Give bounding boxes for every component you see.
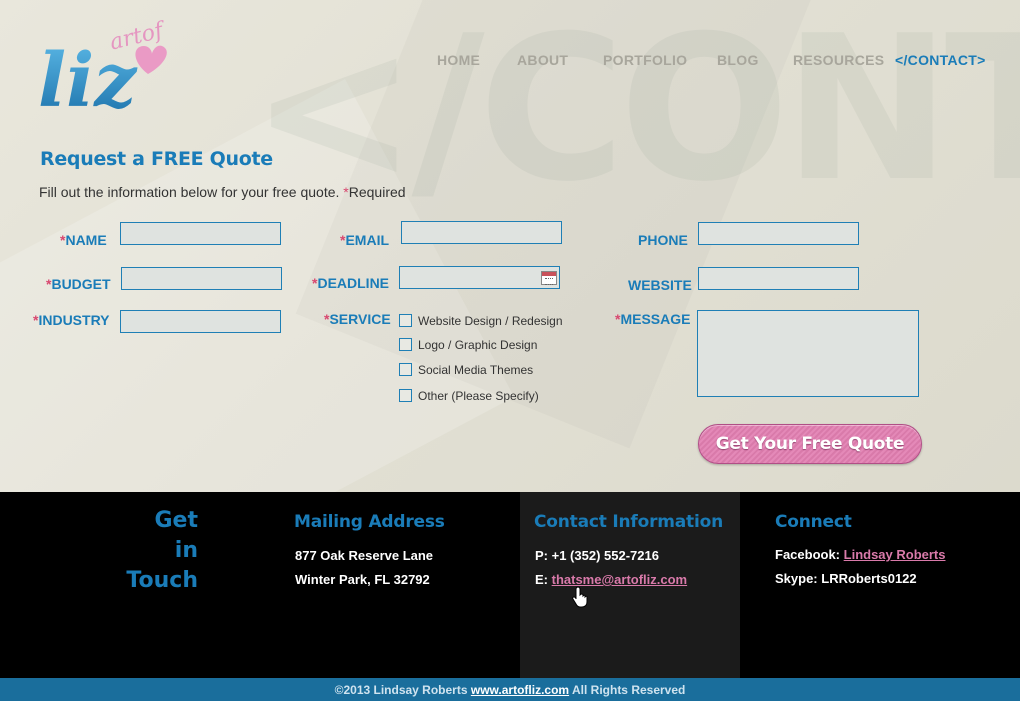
message-textarea[interactable] bbox=[697, 310, 919, 397]
industry-label: *INDUSTRY bbox=[33, 312, 110, 328]
service-option[interactable]: Logo / Graphic Design bbox=[399, 336, 537, 352]
mailing-heading: Mailing Address bbox=[294, 512, 445, 532]
service-option[interactable]: Website Design / Redesign bbox=[399, 312, 563, 328]
footer: Get in Touch Mailing Address 877 Oak Res… bbox=[0, 492, 1020, 678]
website-label: WEBSITE bbox=[628, 277, 692, 293]
header-form-area: </CONT liz artof HOME ABOUT PORTFOLIO BL… bbox=[0, 0, 1020, 492]
contact-phone: P: +1 (352) 552-7216 bbox=[535, 548, 659, 563]
form-title: Request a FREE Quote bbox=[40, 148, 273, 170]
nav-blog[interactable]: BLOG bbox=[717, 52, 759, 68]
service-checkbox[interactable] bbox=[399, 389, 412, 403]
deadline-label: *DEADLINE bbox=[312, 275, 390, 291]
required-text: Required bbox=[348, 184, 406, 200]
service-label: *SERVICE bbox=[324, 311, 391, 327]
facebook-link[interactable]: Lindsay Roberts bbox=[844, 547, 946, 562]
form-subtitle: Fill out the information below for your … bbox=[39, 184, 406, 200]
name-label: *NAME bbox=[60, 232, 107, 248]
nav-contact[interactable]: </CONTACT> bbox=[895, 52, 986, 68]
address-line1: 877 Oak Reserve Lane bbox=[295, 548, 434, 563]
phone-label: PHONE bbox=[638, 232, 688, 248]
email-link[interactable]: thatsme@artofliz.com bbox=[552, 572, 687, 587]
website-input[interactable] bbox=[698, 267, 859, 290]
name-input[interactable] bbox=[120, 222, 281, 245]
calendar-icon[interactable] bbox=[541, 271, 557, 285]
email-input[interactable] bbox=[401, 221, 562, 244]
connect-skype: Skype: LRRoberts0122 bbox=[775, 571, 917, 586]
service-option[interactable]: Other (Please Specify) bbox=[399, 387, 539, 403]
email-label: *EMAIL bbox=[340, 232, 390, 248]
address-line2: Winter Park, FL 32792 bbox=[295, 572, 430, 587]
budget-input[interactable] bbox=[121, 267, 282, 290]
service-checkbox[interactable] bbox=[399, 363, 412, 377]
service-checkbox[interactable] bbox=[399, 338, 412, 352]
contact-heading: Contact Information bbox=[534, 512, 723, 532]
nav-resources[interactable]: RESOURCES bbox=[793, 52, 884, 68]
watermark-text: </CONT bbox=[250, 0, 1020, 226]
copyright-text: ©2013 Lindsay Roberts bbox=[334, 683, 468, 697]
nav-about[interactable]: ABOUT bbox=[517, 52, 568, 68]
service-checkbox[interactable] bbox=[399, 314, 412, 328]
main-nav: HOME ABOUT PORTFOLIO BLOG RESOURCES </CO… bbox=[0, 52, 1020, 72]
form-subtitle-text: Fill out the information below for your … bbox=[39, 184, 340, 200]
service-option[interactable]: Social Media Themes bbox=[399, 361, 533, 377]
budget-label: *BUDGET bbox=[46, 276, 111, 292]
industry-input[interactable] bbox=[120, 310, 281, 333]
connect-facebook: Facebook: Lindsay Roberts bbox=[775, 547, 946, 562]
contact-email: E: thatsme@artofliz.com bbox=[535, 572, 688, 587]
site-link[interactable]: www.artofliz.com bbox=[471, 683, 569, 697]
nav-home[interactable]: HOME bbox=[437, 52, 480, 68]
connect-heading: Connect bbox=[775, 512, 852, 532]
copyright-bar: ©2013 Lindsay Roberts www.artofliz.com A… bbox=[0, 678, 1020, 701]
deadline-input[interactable] bbox=[399, 266, 560, 289]
get-quote-button[interactable]: Get Your Free Quote bbox=[698, 424, 922, 464]
rights-text: All Rights Reserved bbox=[571, 683, 686, 697]
get-in-touch-heading: Get in Touch bbox=[126, 508, 198, 593]
hand-cursor-icon bbox=[572, 586, 588, 608]
nav-portfolio[interactable]: PORTFOLIO bbox=[603, 52, 687, 68]
message-label: *MESSAGE bbox=[615, 311, 691, 327]
phone-input[interactable] bbox=[698, 222, 859, 245]
